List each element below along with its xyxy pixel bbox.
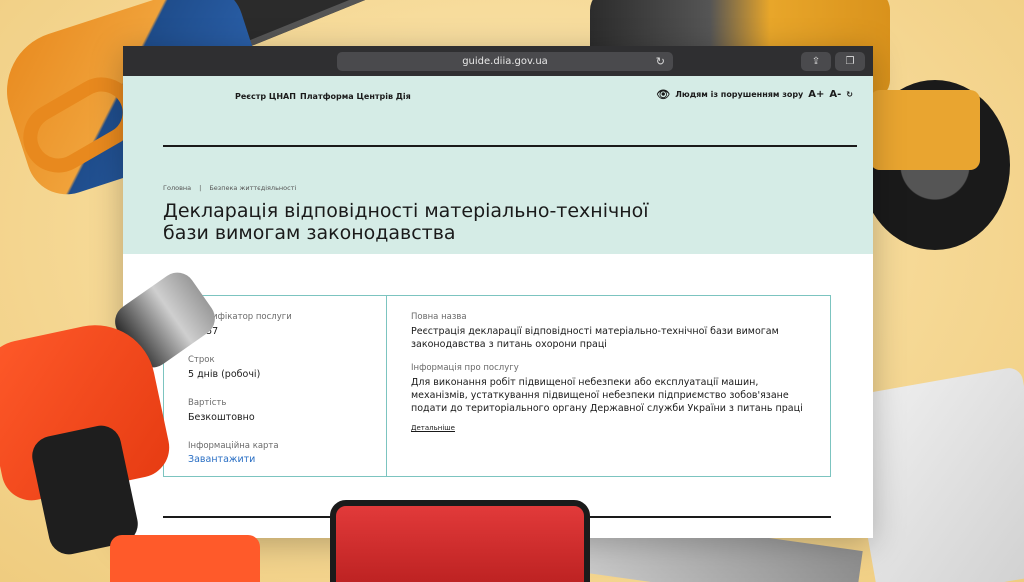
nav-link-cnap-registry[interactable]: Реєстр ЦНАП bbox=[235, 92, 296, 101]
accessibility-controls: 👁 Людям із порушенням зору A+ A- ↻ bbox=[656, 88, 853, 101]
page-title: Декларація відповідності матеріально-тех… bbox=[163, 200, 723, 244]
service-info-line3: подати до територіального органу Державн… bbox=[411, 403, 803, 414]
page-title-line1: Декларація відповідності матеріально-тех… bbox=[163, 200, 649, 222]
full-name-field: Повна назва Реєстрація декларації відпов… bbox=[411, 312, 830, 351]
reset-icon[interactable]: ↻ bbox=[846, 90, 853, 99]
full-name-line1: Реєстрація декларації відповідності мате… bbox=[411, 326, 779, 337]
breadcrumb-home[interactable]: Головна bbox=[163, 184, 191, 192]
page-header: Реєстр ЦНАП Платформа Центрів Дія 👁 Людя… bbox=[123, 76, 873, 254]
tabs-icon: ❐ bbox=[845, 56, 855, 67]
top-navigation: Реєстр ЦНАП Платформа Центрів Дія 👁 Людя… bbox=[123, 76, 873, 117]
font-decrease-button[interactable]: A- bbox=[829, 89, 841, 100]
download-link[interactable]: Завантажити bbox=[188, 454, 386, 465]
cost-label: Вартість bbox=[188, 398, 227, 408]
info-card-label: Інформаційна карта bbox=[188, 441, 279, 451]
eye-icon: 👁 bbox=[656, 88, 671, 101]
cost-field: Вартість Безкоштовно bbox=[188, 398, 386, 424]
reload-icon[interactable]: ↻ bbox=[656, 52, 665, 71]
full-name-label: Повна назва bbox=[411, 312, 467, 322]
service-info-line2: механізмів, устаткування підвищеної небе… bbox=[411, 390, 789, 401]
service-info-field: Інформація про послугу Для виконання роб… bbox=[411, 363, 830, 434]
drill-battery-image bbox=[110, 535, 260, 582]
nav-link-diia-centers[interactable]: Платформа Центрів Дія bbox=[300, 92, 411, 101]
full-name-value: Реєстрація декларації відповідності мате… bbox=[411, 325, 830, 351]
browser-window: guide.diia.gov.ua ↻ ⇪ ❐ Реєстр ЦНАП Плат… bbox=[123, 46, 873, 538]
page-title-line2: бази вимогам законодавства bbox=[163, 222, 456, 244]
share-icon: ⇪ bbox=[811, 56, 821, 67]
service-id-field: Ідентифікатор послуги 00757 bbox=[188, 312, 386, 338]
term-field: Строк 5 днів (робочі) bbox=[188, 355, 386, 381]
cost-value: Безкоштовно bbox=[188, 412, 255, 423]
address-bar[interactable]: guide.diia.gov.ua ↻ bbox=[337, 52, 673, 71]
service-id-value: 00757 bbox=[188, 325, 386, 338]
font-increase-button[interactable]: A+ bbox=[808, 89, 824, 100]
breadcrumb-section[interactable]: Безпека життєдіяльності bbox=[209, 184, 296, 192]
share-button[interactable]: ⇪ bbox=[801, 52, 831, 71]
tractor-arm-image bbox=[870, 90, 980, 170]
service-info-label: Інформація про послугу bbox=[411, 363, 519, 373]
service-info-value: Для виконання робіт підвищеної небезпеки… bbox=[411, 376, 830, 415]
full-name-line2: законодавства з питань охорони праці bbox=[411, 339, 607, 350]
tabs-button[interactable]: ❐ bbox=[835, 52, 865, 71]
term-value: 5 днів (робочі) bbox=[188, 369, 261, 380]
service-info-card: Ідентифікатор послуги 00757 Строк 5 днів… bbox=[163, 295, 831, 477]
breadcrumb-separator: | bbox=[199, 184, 202, 192]
address-bar-url: guide.diia.gov.ua bbox=[462, 56, 548, 67]
info-card-field: Інформаційна карта Завантажити bbox=[188, 441, 386, 465]
details-link[interactable]: Детальніше bbox=[411, 424, 455, 432]
browser-toolbar: guide.diia.gov.ua ↻ ⇪ ❐ bbox=[123, 46, 873, 76]
service-id-label: Ідентифікатор послуги bbox=[188, 312, 292, 322]
breadcrumb: Головна | Безпека життєдіяльності bbox=[163, 184, 296, 192]
generator-image bbox=[330, 500, 590, 582]
service-info-line1: Для виконання робіт підвищеної небезпеки… bbox=[411, 377, 759, 388]
nav-divider bbox=[163, 145, 857, 147]
visually-impaired-link[interactable]: Людям із порушенням зору bbox=[675, 90, 803, 99]
service-details: Повна назва Реєстрація декларації відпов… bbox=[387, 296, 830, 476]
term-label: Строк bbox=[188, 355, 215, 365]
